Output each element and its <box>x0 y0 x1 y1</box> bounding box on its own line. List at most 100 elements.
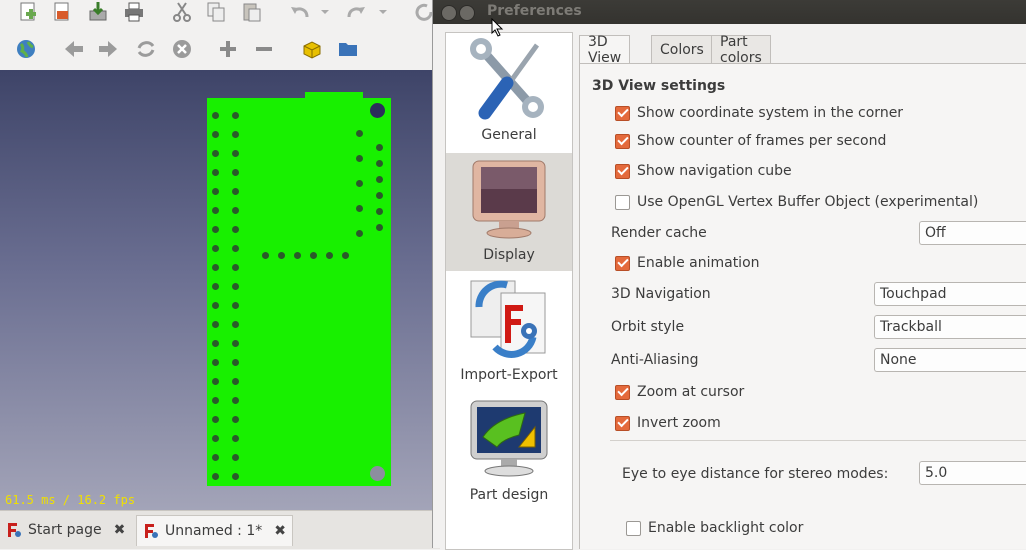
navigation-select[interactable]: Touchpad <box>874 282 1026 306</box>
tab-colors[interactable]: Colors <box>651 35 713 63</box>
forward-arrow-icon[interactable] <box>96 37 120 61</box>
pcb-hole <box>262 252 269 259</box>
pcb-hole <box>212 454 219 461</box>
pcb-hole <box>232 416 239 423</box>
bookmark-icon[interactable] <box>300 37 324 61</box>
checkbox-vbo[interactable]: Use OpenGL Vertex Buffer Object (experim… <box>615 194 978 210</box>
checkbox[interactable] <box>626 520 641 536</box>
pcb-hole <box>212 340 219 347</box>
pcb-hole <box>232 397 239 404</box>
reload-icon[interactable] <box>134 37 158 61</box>
paste-icon[interactable] <box>240 0 264 24</box>
undo-dropdown-icon[interactable] <box>318 0 332 24</box>
checkbox-fps-counter[interactable]: Show counter of frames per second <box>615 133 886 149</box>
checkbox[interactable] <box>615 105 630 121</box>
pcb-hole <box>376 192 383 199</box>
pcb-hole <box>356 230 363 237</box>
orbit-style-select[interactable]: Trackball <box>874 315 1026 339</box>
zoom-in-icon[interactable] <box>216 37 240 61</box>
pcb-hole <box>310 252 317 259</box>
orbit-style-label: Orbit style <box>611 319 685 335</box>
pcb-hole <box>232 131 239 138</box>
pcb-hole <box>232 473 239 480</box>
doc-tab-label: Start page <box>28 522 102 538</box>
pcb-hole <box>232 454 239 461</box>
main-toolbar-file <box>0 0 440 28</box>
pcb-hole <box>232 435 239 442</box>
pcb-hole <box>212 359 219 366</box>
close-icon[interactable]: ✖ <box>274 523 286 539</box>
pcb-hole <box>232 207 239 214</box>
pcb-hole <box>232 302 239 309</box>
checkbox[interactable] <box>615 415 630 431</box>
category-part-design[interactable]: Part design <box>446 393 572 511</box>
category-general[interactable]: General <box>446 33 572 151</box>
pcb-hole <box>212 397 219 404</box>
mounting-hole-bottom <box>370 466 385 481</box>
eye-distance-input[interactable]: 5.0 <box>919 461 1026 485</box>
checkbox[interactable] <box>615 384 630 400</box>
anti-aliasing-select[interactable]: None <box>874 348 1026 372</box>
pcb-hole <box>212 302 219 309</box>
print-icon[interactable] <box>122 0 146 24</box>
new-file-icon[interactable] <box>16 0 40 24</box>
mouse-cursor-icon <box>491 18 504 37</box>
checkbox-nav-cube[interactable]: Show navigation cube <box>615 163 792 179</box>
folder-icon[interactable] <box>336 37 360 61</box>
checkbox-label: Use OpenGL Vertex Buffer Object (experim… <box>637 194 979 210</box>
preferences-dialog: Preferences General Display Import-Expor… <box>432 0 1026 550</box>
doc-tab-start-page[interactable]: Start page ✖ <box>0 515 131 545</box>
minimize-window-icon[interactable] <box>459 5 475 21</box>
category-display[interactable]: Display <box>446 153 572 271</box>
pcb-hole <box>294 252 301 259</box>
pcb-hole <box>356 180 363 187</box>
open-file-icon[interactable] <box>50 0 74 24</box>
navigation-label: 3D Navigation <box>611 286 711 302</box>
part-design-icon <box>470 400 548 477</box>
undo-icon[interactable] <box>288 0 312 24</box>
redo-icon[interactable] <box>344 0 368 24</box>
pcb-hole <box>356 130 363 137</box>
checkbox-animation[interactable]: Enable animation <box>615 255 760 271</box>
tab-part-colors[interactable]: Part colors <box>711 34 771 66</box>
category-label: General <box>481 127 537 143</box>
category-import-export[interactable]: Import-Export <box>446 273 572 391</box>
checkbox-coord-system[interactable]: Show coordinate system in the corner <box>615 105 903 121</box>
checkbox-label: Show coordinate system in the corner <box>637 105 904 121</box>
checkbox[interactable] <box>615 255 630 271</box>
redo-dropdown-icon[interactable] <box>376 0 390 24</box>
cut-icon[interactable] <box>170 0 194 24</box>
zoom-out-icon[interactable] <box>252 37 276 61</box>
anti-aliasing-label: Anti-Aliasing <box>611 352 699 368</box>
pcb-hole <box>376 160 383 167</box>
pcb-hole <box>232 150 239 157</box>
3d-view-settings-page: 3D View settings Show coordinate system … <box>579 63 1026 549</box>
pcb-hole <box>212 207 219 214</box>
checkbox-backlight[interactable]: Enable backlight color <box>626 520 803 536</box>
monitor-icon <box>472 160 546 239</box>
close-icon[interactable]: ✖ <box>114 522 126 538</box>
checkbox[interactable] <box>615 133 630 149</box>
freecad-logo-icon <box>145 524 158 538</box>
pcb-hole <box>376 208 383 215</box>
pcb-hole <box>232 245 239 252</box>
checkbox-invert-zoom[interactable]: Invert zoom <box>615 415 721 431</box>
render-cache-select[interactable]: Off <box>919 221 1026 245</box>
tab-3d-view[interactable]: 3D View <box>579 34 631 66</box>
pcb-hole <box>212 321 219 328</box>
save-icon[interactable] <box>86 0 110 24</box>
doc-tab-unnamed[interactable]: Unnamed : 1* ✖ <box>136 515 293 546</box>
checkbox[interactable] <box>615 163 630 179</box>
dialog-titlebar[interactable]: Preferences <box>433 0 1026 24</box>
checkbox[interactable] <box>615 194 630 210</box>
checkbox-zoom-cursor[interactable]: Zoom at cursor <box>615 384 744 400</box>
pcb-hole <box>212 226 219 233</box>
pcb-hole <box>232 283 239 290</box>
globe-icon[interactable] <box>14 37 38 61</box>
close-window-icon[interactable] <box>441 5 457 21</box>
stop-icon[interactable] <box>170 37 194 61</box>
copy-icon[interactable] <box>204 0 228 24</box>
pcb-hole <box>376 176 383 183</box>
back-arrow-icon[interactable] <box>62 37 86 61</box>
section-title: 3D View settings <box>592 78 726 94</box>
